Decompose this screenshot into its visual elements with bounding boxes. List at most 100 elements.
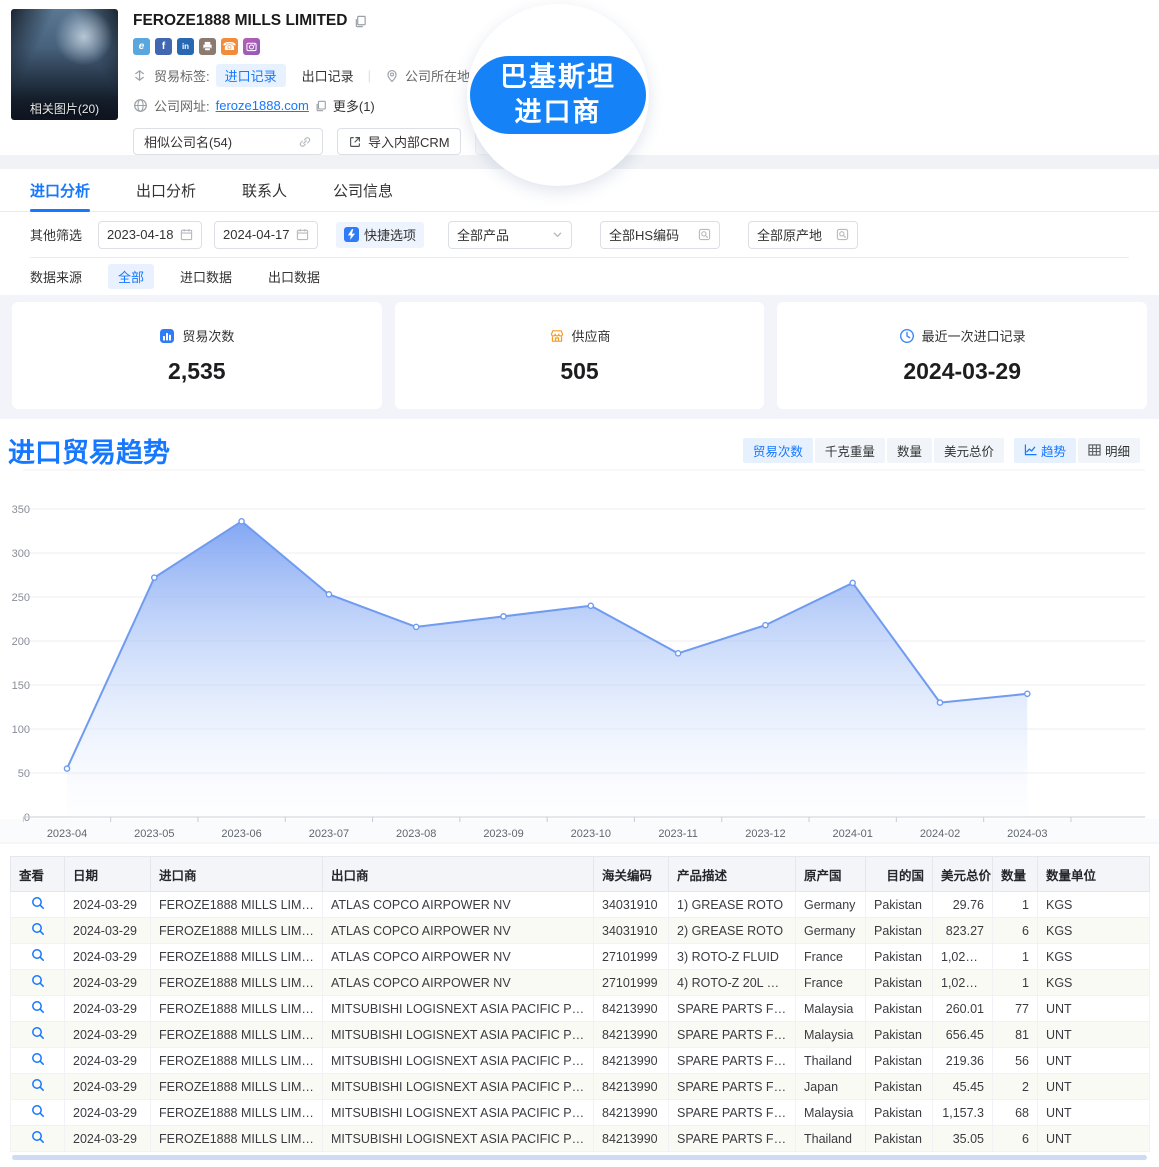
origin-select[interactable]: 全部原产地: [748, 221, 858, 249]
search-icon: [31, 1078, 45, 1092]
horizontal-scrollbar[interactable]: [12, 1155, 1147, 1160]
tab[interactable]: 进口分析: [30, 169, 90, 211]
cell-date: 2024-03-29: [65, 1126, 151, 1152]
browser-icon[interactable]: e: [133, 38, 150, 55]
svg-text:150: 150: [12, 680, 30, 692]
column-header[interactable]: 数量: [993, 857, 1038, 892]
copy-icon[interactable]: [354, 15, 367, 28]
hs-code-value: 全部HS编码: [609, 225, 679, 244]
cell-hs-code: 34031910: [594, 918, 669, 944]
globe-icon: [133, 98, 148, 113]
cell-destination-country: Pakistan: [866, 970, 933, 996]
svg-text:2023-07: 2023-07: [309, 828, 349, 840]
view-record-button[interactable]: [11, 892, 65, 918]
detail-view-button[interactable]: 明细: [1078, 438, 1140, 463]
product-select[interactable]: 全部产品: [448, 221, 572, 249]
cell-exporter: MITSUBISHI LOGISNEXT ASIA PACIFIC PTE. L…: [323, 1074, 594, 1100]
tab[interactable]: 联系人: [242, 169, 287, 211]
printer-icon[interactable]: [199, 38, 216, 55]
cell-quantity: 68: [993, 1100, 1038, 1126]
search-icon: [31, 1130, 45, 1144]
linkedin-icon[interactable]: in: [177, 38, 194, 55]
cell-exporter: ATLAS COPCO AIRPOWER NV: [323, 892, 594, 918]
cell-importer: FEROZE1888 MILLS LIMITED: [151, 918, 323, 944]
column-header[interactable]: 出口商: [323, 857, 594, 892]
column-header[interactable]: 目的国: [866, 857, 933, 892]
metric-button[interactable]: 美元总价: [934, 438, 1004, 463]
website-label: 公司网址:: [154, 96, 210, 115]
column-header[interactable]: 产品描述: [669, 857, 796, 892]
column-header[interactable]: 原产国: [796, 857, 866, 892]
column-header[interactable]: 进口商: [151, 857, 323, 892]
trade-tags-label: 贸易标签:: [154, 66, 210, 85]
cell-importer: FEROZE1888 MILLS LIMITED: [151, 892, 323, 918]
column-header[interactable]: 美元总价: [933, 857, 993, 892]
stat-value: 2024-03-29: [903, 358, 1021, 385]
cell-date: 2024-03-29: [65, 970, 151, 996]
cell-origin-country: France: [796, 970, 866, 996]
export-record-tag[interactable]: 出口记录: [302, 66, 354, 85]
metric-button[interactable]: 千克重量: [815, 438, 885, 463]
hs-code-select[interactable]: 全部HS编码: [600, 221, 720, 249]
facebook-icon[interactable]: f: [155, 38, 172, 55]
other-filters-label[interactable]: 其他筛选: [30, 225, 82, 244]
similar-companies-button[interactable]: 相似公司名(54): [133, 128, 323, 155]
cell-quantity: 77: [993, 996, 1038, 1022]
import-crm-button[interactable]: 导入内部CRM: [337, 128, 461, 155]
view-record-button[interactable]: [11, 970, 65, 996]
company-photo[interactable]: 相关图片(20): [11, 9, 118, 120]
data-source-option[interactable]: 全部: [108, 264, 154, 289]
stat-card-last-import: 最近一次进口记录 2024-03-29: [777, 302, 1147, 409]
view-record-button[interactable]: [11, 918, 65, 944]
clock-icon: [899, 328, 915, 344]
metric-buttons: 贸易次数千克重量数量美元总价: [743, 438, 1004, 463]
view-record-button[interactable]: [11, 1100, 65, 1126]
search-icon: [31, 974, 45, 988]
tab[interactable]: 公司信息: [333, 169, 393, 211]
view-record-button[interactable]: [11, 1126, 65, 1152]
tab[interactable]: 出口分析: [136, 169, 196, 211]
view-record-button[interactable]: [11, 996, 65, 1022]
svg-text:2024-01: 2024-01: [833, 828, 873, 840]
metric-button[interactable]: 数量: [887, 438, 932, 463]
cell-importer: FEROZE1888 MILLS LIMITED: [151, 970, 323, 996]
data-source-label: 数据来源: [30, 267, 82, 286]
cell-quantity: 1: [993, 892, 1038, 918]
column-header[interactable]: 数量单位: [1038, 857, 1150, 892]
column-header[interactable]: 海关编码: [594, 857, 669, 892]
cell-product: 4) ROTO-Z 20L QTY: [669, 970, 796, 996]
company-name: FEROZE1888 MILLS LIMITED: [133, 12, 347, 30]
cell-hs-code: 34031910: [594, 892, 669, 918]
view-record-button[interactable]: [11, 1074, 65, 1100]
data-source-option[interactable]: 出口数据: [258, 264, 330, 289]
cell-quantity: 1: [993, 944, 1038, 970]
cell-usd-total: 1,029.35: [933, 970, 993, 996]
trend-view-button[interactable]: 趋势: [1014, 438, 1076, 463]
cell-quantity-unit: KGS: [1038, 944, 1150, 970]
cell-importer: FEROZE1888 MILLS LIMITED: [151, 1074, 323, 1100]
data-source-option[interactable]: 进口数据: [170, 264, 242, 289]
search-box-icon: [698, 228, 711, 241]
copy-icon[interactable]: [315, 100, 327, 112]
camera-icon[interactable]: [243, 38, 260, 55]
quick-options-icon: [344, 227, 359, 242]
view-record-button[interactable]: [11, 1022, 65, 1048]
date-from-input[interactable]: 2023-04-18: [98, 221, 202, 249]
date-from-value: 2023-04-18: [107, 227, 174, 242]
view-record-button[interactable]: [11, 944, 65, 970]
metric-button[interactable]: 贸易次数: [743, 438, 813, 463]
more-websites-link[interactable]: 更多(1): [333, 96, 375, 115]
cell-importer: FEROZE1888 MILLS LIMITED: [151, 1126, 323, 1152]
table-row: 2024-03-29 FEROZE1888 MILLS LIMITED ATLA…: [11, 970, 1150, 996]
phone-icon[interactable]: ☎: [221, 38, 238, 55]
detail-view-label: 明细: [1105, 441, 1130, 460]
column-header[interactable]: 查看: [11, 857, 65, 892]
column-header[interactable]: 日期: [65, 857, 151, 892]
import-record-tag[interactable]: 进口记录: [216, 64, 286, 87]
website-link[interactable]: feroze1888.com: [216, 98, 309, 113]
quick-options-button[interactable]: 快捷选项: [336, 222, 424, 248]
cell-origin-country: Japan: [796, 1074, 866, 1100]
svg-text:2023-05: 2023-05: [134, 828, 174, 840]
view-record-button[interactable]: [11, 1048, 65, 1074]
date-to-input[interactable]: 2024-04-17: [214, 221, 318, 249]
